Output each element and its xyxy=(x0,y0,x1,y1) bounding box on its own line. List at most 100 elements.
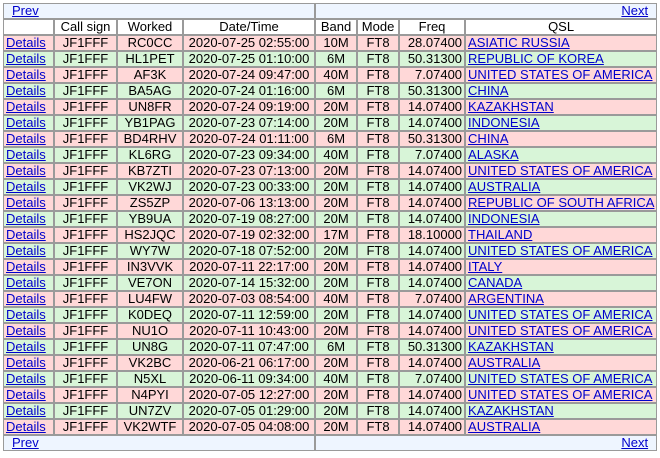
qsl-link[interactable]: INDONESIA xyxy=(468,116,540,130)
mode-cell: FT8 xyxy=(357,387,400,403)
details-link[interactable]: Details xyxy=(6,388,46,402)
freq-cell: 14.07400 xyxy=(399,195,466,211)
table-row: Details JF1FFF WY7W 2020-07-18 07:52:00 20M F… xyxy=(3,243,658,259)
qsl-link[interactable]: ARGENTINA xyxy=(468,292,544,306)
band-cell: 6M xyxy=(315,131,358,147)
mode-cell: FT8 xyxy=(357,67,400,83)
qsl-link[interactable]: UNITED STATES OF AMERICA xyxy=(468,372,652,386)
call-sign-cell: JF1FFF xyxy=(54,403,117,419)
qsl-link[interactable]: ALASKA xyxy=(468,148,519,162)
datetime-cell: 2020-07-11 10:43:00 xyxy=(183,323,316,339)
qsl-link[interactable]: INDONESIA xyxy=(468,212,540,226)
details-link[interactable]: Details xyxy=(6,100,46,114)
worked-cell: VE7ON xyxy=(117,275,183,291)
qsl-link[interactable]: AUSTRALIA xyxy=(468,356,540,370)
qsl-link[interactable]: UNITED STATES OF AMERICA xyxy=(468,308,652,322)
details-link[interactable]: Details xyxy=(6,36,46,50)
band-cell: 40M xyxy=(315,147,358,163)
freq-cell: 7.07400 xyxy=(399,147,466,163)
qsl-link-cell: UNITED STATES OF AMERICA xyxy=(465,323,658,339)
details-link[interactable]: Details xyxy=(6,260,46,274)
qsl-link[interactable]: UNITED STATES OF AMERICA xyxy=(468,68,652,82)
table-row: Details JF1FFF HL1PET 2020-07-25 01:10:00 6M… xyxy=(3,51,658,67)
header-call-sign: Call sign xyxy=(54,19,117,35)
datetime-cell: 2020-06-21 06:17:00 xyxy=(183,355,316,371)
band-cell: 20M xyxy=(315,195,358,211)
qsl-link[interactable]: THAILAND xyxy=(468,228,532,242)
details-link-cell: Details xyxy=(3,67,54,83)
worked-cell: N5XL xyxy=(117,371,183,387)
qsl-link[interactable]: CHINA xyxy=(468,132,508,146)
qsl-link[interactable]: UNITED STATES OF AMERICA xyxy=(468,244,652,258)
qsl-link[interactable]: REPUBLIC OF KOREA xyxy=(468,52,604,66)
call-sign-cell: JF1FFF xyxy=(54,275,117,291)
qsl-link[interactable]: AUSTRALIA xyxy=(468,420,540,434)
prev-link-top[interactable]: Prev xyxy=(12,4,39,18)
worked-cell: N4PYI xyxy=(117,387,183,403)
prev-link-bottom[interactable]: Prev xyxy=(12,436,39,450)
qsl-link[interactable]: KAZAKHSTAN xyxy=(468,340,554,354)
worked-cell: KL6RG xyxy=(117,147,183,163)
band-cell: 20M xyxy=(315,243,358,259)
details-link[interactable]: Details xyxy=(6,308,46,322)
details-link[interactable]: Details xyxy=(6,228,46,242)
band-cell: 40M xyxy=(315,291,358,307)
mode-cell: FT8 xyxy=(357,419,400,435)
details-link[interactable]: Details xyxy=(6,404,46,418)
details-link[interactable]: Details xyxy=(6,164,46,178)
log-body: Details JF1FFF RC0CC 2020-07-25 02:55:00 10M… xyxy=(3,35,658,435)
details-link-cell: Details xyxy=(3,275,54,291)
qsl-link[interactable]: UNITED STATES OF AMERICA xyxy=(468,388,652,402)
details-link[interactable]: Details xyxy=(6,116,46,130)
details-link[interactable]: Details xyxy=(6,372,46,386)
datetime-cell: 2020-07-06 13:13:00 xyxy=(183,195,316,211)
qsl-link[interactable]: KAZAKHSTAN xyxy=(468,100,554,114)
mode-cell: FT8 xyxy=(357,179,400,195)
call-sign-cell: JF1FFF xyxy=(54,307,117,323)
details-link[interactable]: Details xyxy=(6,84,46,98)
details-link-cell: Details xyxy=(3,291,54,307)
qsl-link-cell: CANADA xyxy=(465,275,658,291)
qsl-link[interactable]: AUSTRALIA xyxy=(468,180,540,194)
details-link[interactable]: Details xyxy=(6,180,46,194)
log-container: Prev Next Call sign Worked Date/Time Ban… xyxy=(3,3,658,451)
freq-cell: 14.07400 xyxy=(399,259,466,275)
qsl-link[interactable]: REPUBLIC OF SOUTH AFRICA xyxy=(468,196,654,210)
qsl-link[interactable]: KAZAKHSTAN xyxy=(468,404,554,418)
next-link-top[interactable]: Next xyxy=(621,4,648,18)
call-sign-cell: JF1FFF xyxy=(54,355,117,371)
details-link[interactable]: Details xyxy=(6,68,46,82)
details-link[interactable]: Details xyxy=(6,148,46,162)
mode-cell: FT8 xyxy=(357,275,400,291)
qsl-link[interactable]: CANADA xyxy=(468,276,522,290)
freq-cell: 7.07400 xyxy=(399,291,466,307)
qsl-link[interactable]: CHINA xyxy=(468,84,508,98)
qsl-link-cell: KAZAKHSTAN xyxy=(465,339,658,355)
details-link[interactable]: Details xyxy=(6,212,46,226)
qsl-link-cell: ALASKA xyxy=(465,147,658,163)
details-link[interactable]: Details xyxy=(6,292,46,306)
qsl-link[interactable]: ITALY xyxy=(468,260,502,274)
qsl-link[interactable]: ASIATIC RUSSIA xyxy=(468,36,570,50)
qsl-link-cell: ITALY xyxy=(465,259,658,275)
details-link[interactable]: Details xyxy=(6,244,46,258)
details-link[interactable]: Details xyxy=(6,324,46,338)
next-link-bottom[interactable]: Next xyxy=(621,436,648,450)
band-cell: 20M xyxy=(315,163,358,179)
details-link[interactable]: Details xyxy=(6,52,46,66)
details-link[interactable]: Details xyxy=(6,420,46,434)
details-link[interactable]: Details xyxy=(6,276,46,290)
call-sign-cell: JF1FFF xyxy=(54,243,117,259)
qsl-link[interactable]: UNITED STATES OF AMERICA xyxy=(468,324,652,338)
worked-cell: UN8FR xyxy=(117,99,183,115)
details-link[interactable]: Details xyxy=(6,132,46,146)
band-cell: 20M xyxy=(315,179,358,195)
datetime-cell: 2020-07-05 12:27:00 xyxy=(183,387,316,403)
details-link[interactable]: Details xyxy=(6,340,46,354)
table-row: Details JF1FFF AF3K 2020-07-24 09:47:00 40M F… xyxy=(3,67,658,83)
details-link[interactable]: Details xyxy=(6,196,46,210)
details-link[interactable]: Details xyxy=(6,356,46,370)
qsl-link[interactable]: UNITED STATES OF AMERICA xyxy=(468,164,652,178)
worked-cell: KB7ZTI xyxy=(117,163,183,179)
table-row: Details JF1FFF RC0CC 2020-07-25 02:55:00 10M… xyxy=(3,35,658,51)
